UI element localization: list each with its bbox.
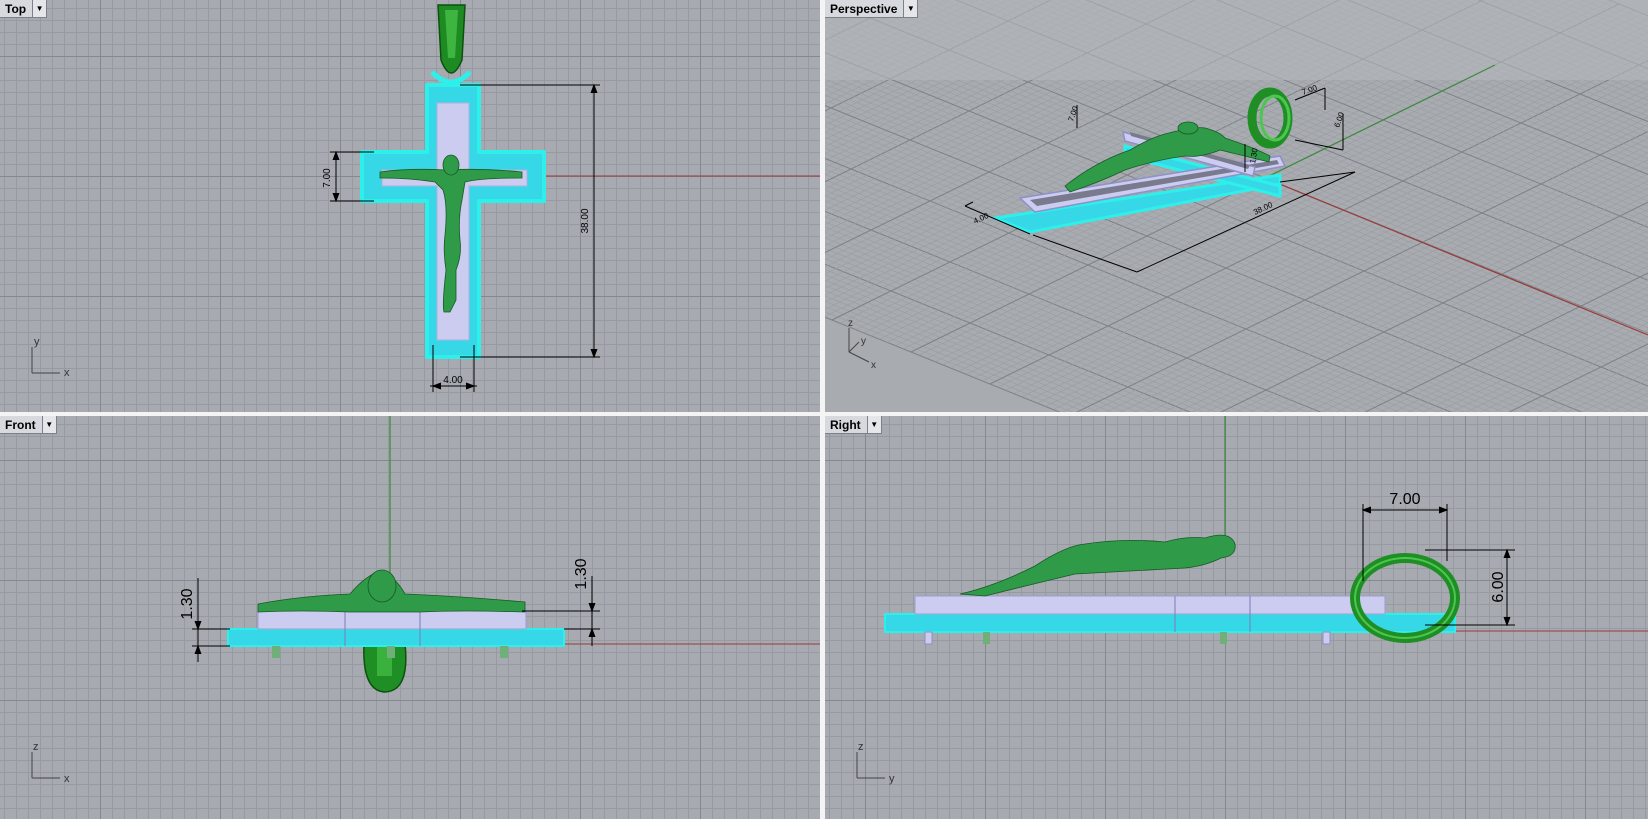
dim-label-bail-width: 7.00	[1301, 83, 1319, 97]
axis-label-x: x	[871, 360, 876, 371]
axis-label-y: y	[889, 773, 895, 785]
axis-label-y: y	[861, 336, 866, 347]
grid-line	[1119, 152, 1648, 412]
perspective-scene: 38.00 4.00 7.00 6.00 7.00 1.30 z x y	[825, 0, 1648, 412]
bail-top[interactable]	[430, 4, 472, 85]
viewport-perspective[interactable]: Perspective ▼ 38.00 4.00 7.00 6.00 7.00 …	[825, 0, 1648, 412]
dim-label-width: 4.00	[443, 375, 463, 386]
viewport-title-tab[interactable]: Perspective ▼	[825, 0, 919, 18]
figure-top[interactable]	[379, 154, 523, 313]
viewport-right[interactable]: Right ▼ 7.00 6.00 z y	[825, 416, 1648, 819]
chevron-down-icon[interactable]: ▼	[903, 0, 918, 17]
dim-label-bail-height: 6.00	[1490, 571, 1507, 602]
perspective-grid	[825, 0, 1648, 412]
right-scene: 7.00 6.00 z y	[856, 416, 1648, 785]
viewport-splitter-vertical[interactable]	[820, 0, 825, 819]
dim-thickness-left[interactable]	[192, 578, 230, 662]
horizon-fade	[825, 0, 1648, 80]
axis-label-z: z	[858, 741, 864, 753]
viewport-splitter-horizontal[interactable]	[0, 412, 1648, 416]
viewport-title-tab[interactable]: Right ▼	[825, 416, 882, 434]
dim-label-bail-width: 7.00	[1389, 491, 1420, 508]
axis-label-x: x	[64, 773, 70, 785]
axes-gizmo-icon	[848, 328, 870, 363]
viewport-title-tab[interactable]: Top ▼	[0, 0, 48, 18]
viewport-title[interactable]: Perspective	[825, 0, 903, 17]
viewport-front[interactable]: Front ▼ 1.30 1.30 z x	[0, 416, 820, 819]
chevron-down-icon[interactable]: ▼	[866, 416, 881, 433]
viewport-title-tab[interactable]: Front ▼	[0, 416, 57, 434]
chevron-down-icon[interactable]: ▼	[32, 0, 47, 17]
viewport-title[interactable]: Right	[825, 416, 867, 433]
dim-label-thickness-left: 1.30	[179, 588, 196, 619]
front-scene: 1.30 1.30 z x	[31, 416, 820, 785]
grid-line	[1451, 315, 1648, 412]
dim-label-thickness-right: 1.30	[573, 558, 590, 589]
dim-label-bail-height: 6.00	[1332, 110, 1346, 128]
grid-line	[1537, 357, 1648, 412]
axes-gizmo-icon	[856, 752, 885, 779]
chevron-down-icon[interactable]: ▼	[41, 416, 56, 433]
viewport-title[interactable]: Top	[0, 0, 32, 17]
grid-line	[1595, 386, 1648, 412]
axis-label-x: x	[64, 367, 70, 379]
dim-label-arm-height: 7.00	[322, 168, 333, 188]
figure-right[interactable]	[959, 534, 1236, 597]
axes-gizmo-icon	[31, 752, 60, 779]
dim-label-length: 38.00	[580, 208, 591, 233]
axis-label-y: y	[34, 336, 40, 348]
grid-line	[825, 73, 1648, 408]
viewport-top[interactable]: Top ▼ 7.00 38.00 4.00 y x	[0, 0, 820, 412]
grid-line	[1053, 116, 1648, 410]
viewport-title[interactable]: Front	[0, 416, 42, 433]
top-scene: 7.00 38.00 4.00 y x	[31, 4, 820, 392]
dim-label-width: 4.00	[972, 211, 990, 226]
axis-label-z: z	[848, 318, 853, 329]
grid-line	[1523, 350, 1648, 412]
grid-line	[1393, 286, 1648, 412]
bail-front[interactable]	[363, 643, 407, 693]
axes-gizmo-icon	[31, 347, 60, 374]
figure-front[interactable]	[257, 569, 526, 613]
axis-label-z: z	[33, 741, 39, 753]
